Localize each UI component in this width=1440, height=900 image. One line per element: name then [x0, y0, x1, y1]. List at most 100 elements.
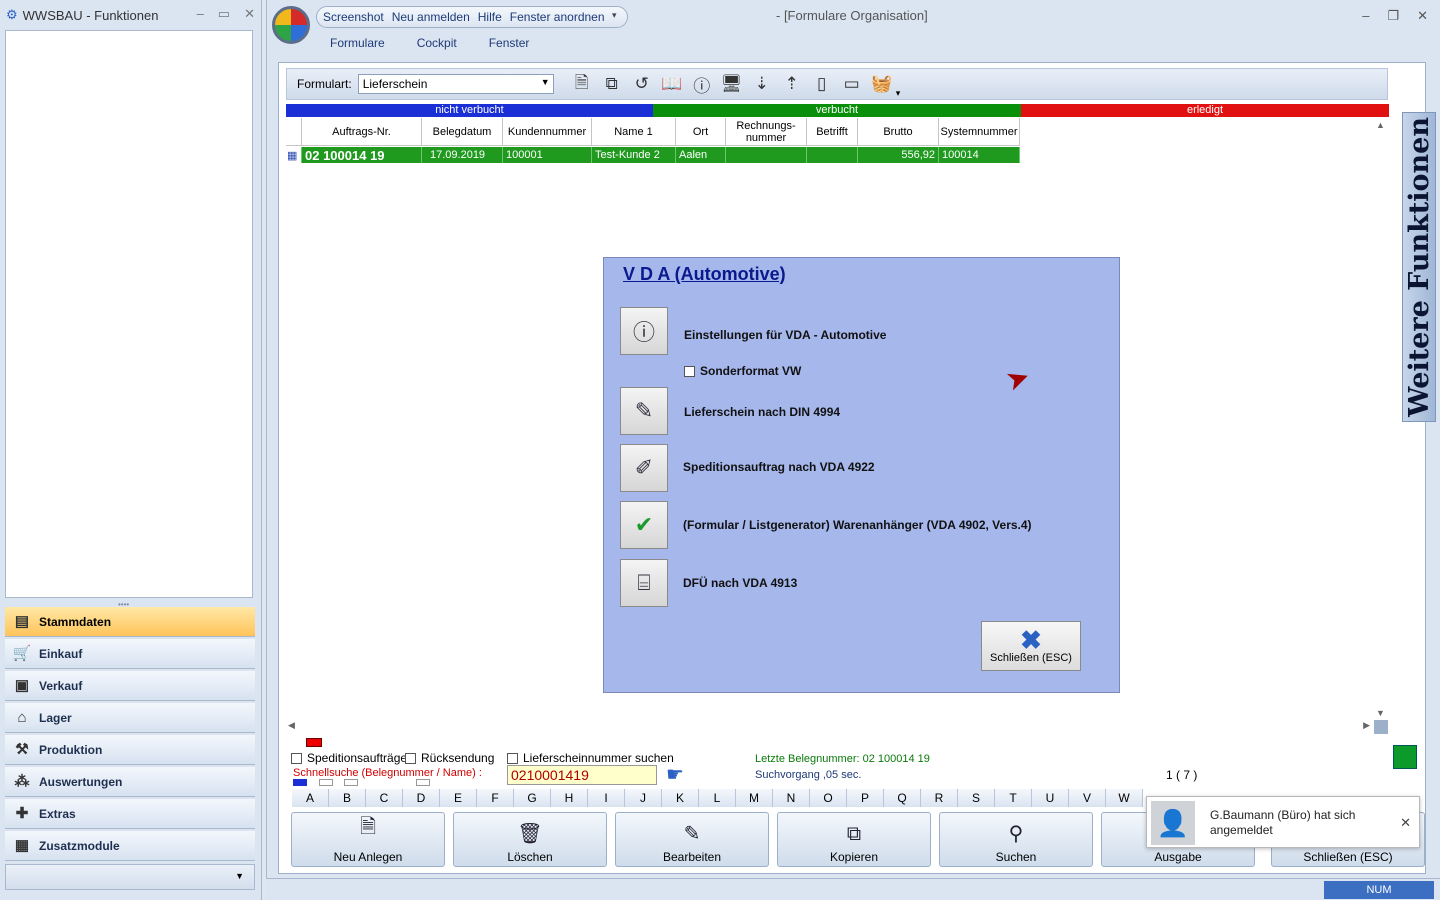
- letter-filter-k[interactable]: K: [662, 789, 699, 807]
- toolbar-overflow-icon[interactable]: ▾: [896, 88, 901, 99]
- vertical-scrollbar[interactable]: ▲ ▼: [1374, 120, 1388, 718]
- ruecksendung-checkbox[interactable]: Rücksendung: [405, 751, 494, 765]
- letter-filter-g[interactable]: G: [514, 789, 551, 807]
- tab-cockpit[interactable]: Cockpit: [417, 36, 457, 50]
- horizontal-scrollbar[interactable]: ◀ ▶: [286, 720, 1372, 734]
- band-nicht-verbucht[interactable]: nicht verbucht: [286, 104, 653, 117]
- scroll-down-icon[interactable]: ▼: [1376, 708, 1385, 718]
- col-brutto[interactable]: Brutto: [858, 118, 939, 146]
- letter-filter-p[interactable]: P: [847, 789, 884, 807]
- maximize-icon[interactable]: ▭: [218, 6, 230, 22]
- qat-screenshot[interactable]: Screenshot: [323, 10, 384, 24]
- lieferschein-din-button[interactable]: ✎: [620, 387, 668, 435]
- loeschen-button[interactable]: 🗑 Löschen: [453, 812, 607, 867]
- chevron-down-icon[interactable]: ▼: [541, 77, 550, 87]
- speditionsauftraege-checkbox[interactable]: Speditionsaufträge: [291, 751, 407, 765]
- letter-filter-j[interactable]: J: [625, 789, 662, 807]
- nav-lager[interactable]: ⌂ Lager: [5, 703, 255, 733]
- nav-verkauf[interactable]: ▣ Verkauf: [5, 671, 255, 701]
- warenanhaenger-button[interactable]: ✔: [620, 501, 668, 549]
- speditionsauftrag-button[interactable]: ✐: [620, 444, 668, 492]
- bearbeiten-button[interactable]: ✎ Bearbeiten: [615, 812, 769, 867]
- monitor-icon[interactable]: 🖥: [718, 71, 746, 97]
- nav-overflow-bar[interactable]: ▼: [5, 864, 255, 890]
- kopieren-button[interactable]: ⧉ Kopieren: [777, 812, 931, 867]
- minimize-icon[interactable]: –: [197, 6, 204, 22]
- col-betrifft[interactable]: Betrifft: [807, 118, 858, 146]
- chevron-down-icon[interactable]: ▼: [235, 871, 244, 881]
- suchen-button[interactable]: ⚲ Suchen: [939, 812, 1093, 867]
- checkbox-box[interactable]: [684, 365, 695, 377]
- letter-filter-c[interactable]: C: [366, 789, 403, 807]
- letter-filter-d[interactable]: D: [403, 789, 440, 807]
- band-verbucht[interactable]: verbucht: [653, 104, 1021, 117]
- checkbox-box[interactable]: [405, 752, 416, 764]
- qat-hilfe[interactable]: Hilfe: [478, 10, 502, 24]
- formularart-select[interactable]: Lieferschein ▼: [357, 74, 554, 94]
- col-rechnungsnummer[interactable]: Rechnungs- nummer: [726, 118, 807, 146]
- nav-auswertungen[interactable]: ⁂ Auswertungen: [5, 767, 255, 797]
- col-kundennummer[interactable]: Kundennummer: [503, 118, 592, 146]
- dialog-close-button[interactable]: ✖ Schließen (ESC): [981, 621, 1081, 671]
- nav-einkauf[interactable]: 🛒 Einkauf: [5, 639, 255, 669]
- sonderformat-vw-checkbox[interactable]: Sonderformat VW: [684, 364, 801, 378]
- col-ort[interactable]: Ort: [676, 118, 726, 146]
- letter-filter-w[interactable]: W: [1106, 789, 1143, 807]
- checkbox-box[interactable]: [291, 752, 302, 764]
- history-icon[interactable]: ↺: [628, 71, 656, 97]
- app-orb-button[interactable]: [272, 6, 310, 44]
- vda-settings-button[interactable]: ⓘ: [620, 307, 668, 355]
- letter-filter-n[interactable]: N: [773, 789, 810, 807]
- letter-filter-u[interactable]: U: [1032, 789, 1069, 807]
- letter-filter-s[interactable]: S: [958, 789, 995, 807]
- band-erledigt[interactable]: erledigt: [1021, 104, 1389, 117]
- sort-ascending-icon[interactable]: ⇡: [778, 71, 806, 97]
- basket-icon[interactable]: 🧺: [868, 71, 896, 97]
- letter-filter-t[interactable]: T: [995, 789, 1032, 807]
- close-icon[interactable]: ✕: [244, 6, 255, 22]
- letter-filter-a[interactable]: A: [292, 789, 329, 807]
- restore-icon[interactable]: ❐: [1387, 8, 1399, 24]
- page-layout-icon[interactable]: ▭: [838, 71, 866, 97]
- scroll-left-icon[interactable]: ◀: [288, 720, 295, 731]
- letter-filter-m[interactable]: M: [736, 789, 773, 807]
- close-icon[interactable]: ✕: [1400, 815, 1411, 831]
- dfue-button[interactable]: ⌸: [620, 559, 668, 607]
- document-icon[interactable]: 🗎: [568, 71, 596, 97]
- nav-zusatzmodule[interactable]: ▦ Zusatzmodule: [5, 831, 255, 861]
- letter-filter-v[interactable]: V: [1069, 789, 1106, 807]
- neu-anlegen-button[interactable]: 🗎 Neu Anlegen: [291, 812, 445, 867]
- col-belegdatum[interactable]: Belegdatum: [422, 118, 503, 146]
- weitere-funktionen-tab[interactable]: Weitere Funktionen: [1402, 112, 1436, 422]
- info-document-icon[interactable]: ⓘ: [688, 71, 716, 97]
- col-auftragsnr[interactable]: Auftrags-Nr.: [302, 118, 422, 146]
- letter-filter-q[interactable]: Q: [884, 789, 921, 807]
- book-delete-icon[interactable]: 📖: [658, 71, 686, 97]
- letter-filter-f[interactable]: F: [477, 789, 514, 807]
- nav-extras[interactable]: ✚ Extras: [5, 799, 255, 829]
- col-name1[interactable]: Name 1: [592, 118, 676, 146]
- copy-docs-icon[interactable]: ⧉: [598, 71, 626, 97]
- page-portrait-icon[interactable]: ▯: [808, 71, 836, 97]
- scroll-right-icon[interactable]: ▶: [1363, 720, 1370, 731]
- qat-customize-icon[interactable]: ▾: [612, 10, 617, 21]
- nav-produktion[interactable]: ⚒ Produktion: [5, 735, 255, 765]
- schnellsuche-input[interactable]: 0210001419: [507, 765, 657, 785]
- letter-filter-l[interactable]: L: [699, 789, 736, 807]
- letter-filter-i[interactable]: I: [588, 789, 625, 807]
- qat-fenster-anordnen[interactable]: Fenster anordnen: [510, 10, 605, 24]
- minimize-icon[interactable]: –: [1362, 8, 1369, 24]
- letter-filter-r[interactable]: R: [921, 789, 958, 807]
- letter-filter-o[interactable]: O: [810, 789, 847, 807]
- qat-neu-anmelden[interactable]: Neu anmelden: [392, 10, 470, 24]
- tab-formulare[interactable]: Formulare: [330, 36, 385, 50]
- letter-filter-h[interactable]: H: [551, 789, 588, 807]
- scroll-up-icon[interactable]: ▲: [1376, 120, 1385, 130]
- col-systemnummer[interactable]: Systemnummer: [939, 118, 1020, 146]
- checkbox-box[interactable]: [507, 752, 518, 764]
- letter-filter-e[interactable]: E: [440, 789, 477, 807]
- pointing-hand-icon[interactable]: ☛: [666, 762, 684, 787]
- table-row[interactable]: ▦ 02 100014 19 17.09.2019 100001 Test-Ku…: [286, 147, 1020, 163]
- letter-filter-b[interactable]: B: [329, 789, 366, 807]
- sort-descending-icon[interactable]: ⇣: [748, 71, 776, 97]
